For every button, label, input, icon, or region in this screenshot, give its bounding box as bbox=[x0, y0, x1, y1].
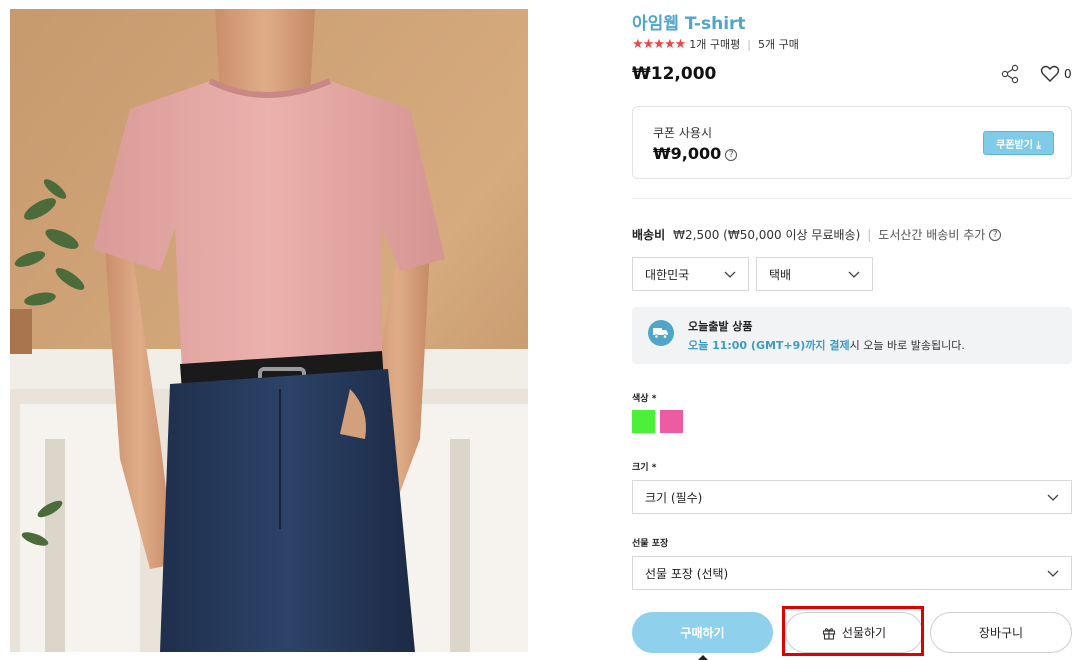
help-icon[interactable]: ? bbox=[989, 228, 1002, 241]
chevron-down-icon bbox=[1047, 494, 1059, 501]
color-swatch-green[interactable] bbox=[632, 410, 655, 433]
divider-bar: | bbox=[747, 37, 751, 51]
size-select[interactable]: 크기 (필수) bbox=[632, 480, 1072, 514]
tooltip-pointer bbox=[698, 655, 708, 660]
coupon-download-button[interactable]: 쿠폰받기 ⤓ bbox=[983, 131, 1054, 155]
shipping-note: 도서산간 배송비 추가 bbox=[878, 228, 986, 242]
country-select[interactable]: 대한민국 bbox=[632, 257, 749, 291]
share-icon[interactable] bbox=[1000, 64, 1020, 84]
product-info-panel: 아임웹 T-shirt ★★★★★ 1개 구매평 | 5개 구매 ₩12,000… bbox=[632, 0, 1072, 660]
gift-wrap-select[interactable]: 선물 포장 (선택) bbox=[632, 556, 1072, 590]
rating-row: ★★★★★ 1개 구매평 | 5개 구매 bbox=[632, 36, 799, 52]
product-price: ₩12,000 bbox=[632, 64, 717, 84]
like-count: 0 bbox=[1064, 67, 1072, 81]
chevron-down-icon bbox=[848, 271, 860, 278]
color-swatch-pink[interactable] bbox=[660, 410, 683, 433]
color-label: 색상 * bbox=[632, 394, 657, 404]
gift-wrap-label: 선물 포장 bbox=[632, 539, 669, 549]
truck-icon bbox=[648, 320, 674, 346]
review-count-link[interactable]: 1개 구매평 bbox=[689, 36, 740, 52]
country-select-value: 대한민국 bbox=[645, 267, 690, 282]
size-select-value: 크기 (필수) bbox=[645, 490, 703, 505]
section-divider bbox=[632, 198, 1072, 199]
size-label: 크기 * bbox=[632, 463, 657, 473]
chevron-down-icon bbox=[1047, 570, 1059, 577]
shipping-info: 배송비 ₩2,500 (₩50,000 이상 무료배송) | 도서산간 배송비 … bbox=[632, 226, 1002, 243]
shipping-sep: | bbox=[867, 227, 872, 242]
coupon-price: ₩9,000? bbox=[653, 144, 738, 163]
shipping-method-select[interactable]: 택배 bbox=[756, 257, 873, 291]
product-image bbox=[10, 9, 528, 652]
coupon-label: 쿠폰 사용시 bbox=[653, 126, 713, 140]
shipping-fee: ₩2,500 (₩50,000 이상 무료배송) bbox=[673, 228, 861, 242]
purchase-count: 5개 구매 bbox=[757, 38, 799, 51]
heart-icon[interactable] bbox=[1040, 64, 1060, 84]
coupon-box: 쿠폰 사용시 ₩9,000? 쿠폰받기 ⤓ bbox=[632, 106, 1072, 179]
shipping-method-value: 택배 bbox=[769, 267, 792, 282]
notice-body: 시 오늘 바로 발송됩니다. bbox=[849, 339, 965, 352]
product-title: 아임웹 T-shirt bbox=[632, 14, 746, 34]
notice-text: 오늘 11:00 (GMT+9)까지 결제시 오늘 바로 발송됩니다. bbox=[688, 337, 965, 353]
buy-button[interactable]: 구매하기 bbox=[632, 612, 773, 653]
notice-highlight: 오늘 11:00 (GMT+9)까지 결제 bbox=[688, 339, 850, 352]
help-icon[interactable]: ? bbox=[725, 148, 738, 161]
shipping-label: 배송비 bbox=[632, 228, 666, 242]
highlight-outline bbox=[782, 606, 924, 656]
cart-button[interactable]: 장바구니 bbox=[930, 612, 1072, 653]
coupon-price-value: ₩9,000 bbox=[653, 144, 722, 163]
same-day-shipping-notice: 오늘출발 상품 오늘 11:00 (GMT+9)까지 결제시 오늘 바로 발송됩… bbox=[632, 307, 1072, 364]
chevron-down-icon bbox=[724, 271, 736, 278]
rating-stars-icon: ★★★★★ bbox=[632, 36, 686, 52]
notice-title: 오늘출발 상품 bbox=[688, 320, 753, 333]
gift-wrap-select-value: 선물 포장 (선택) bbox=[645, 566, 729, 581]
